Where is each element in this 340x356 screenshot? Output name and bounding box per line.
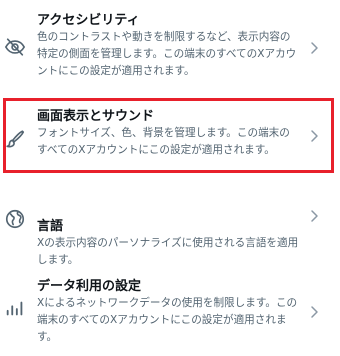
eye-slash-icon — [4, 36, 26, 58]
settings-list: アクセシビリティ 色のコントラストや動きを制限するなど、表示内容の特定の側面を管… — [0, 0, 340, 356]
settings-item-description: Xの表示内容のパーソナライズに使用される言語を適用します。 — [37, 237, 299, 266]
settings-item-title: アクセシビリティ — [37, 13, 140, 28]
settings-item-language[interactable]: 言語 Xの表示内容のパーソナライズに使用される言語を適用します。 — [0, 190, 340, 266]
settings-item-description: Xによるネットワークデータの使用を制限します。この端末のすべてのXアカウントにこ… — [37, 297, 298, 343]
settings-item-description: 色のコントラストや動きを制限するなど、表示内容の特定の側面を管理します。この端末… — [37, 31, 297, 77]
chevron-right-icon — [308, 208, 320, 224]
chevron-right-icon — [308, 304, 320, 320]
highlight-frame — [3, 98, 334, 173]
chevron-right-icon — [308, 40, 320, 56]
settings-item-title: データ利用の設定 — [37, 279, 142, 294]
settings-item-accessibility[interactable]: アクセシビリティ 色のコントラストや動きを制限するなど、表示内容の特定の側面を管… — [0, 8, 340, 80]
settings-item-data-usage[interactable]: データ利用の設定 Xによるネットワークデータの使用を制限します。この端末のすべて… — [0, 270, 340, 356]
globe-icon — [4, 208, 26, 230]
settings-item-title: 言語 — [37, 219, 64, 234]
bar-chart-icon — [4, 298, 26, 320]
